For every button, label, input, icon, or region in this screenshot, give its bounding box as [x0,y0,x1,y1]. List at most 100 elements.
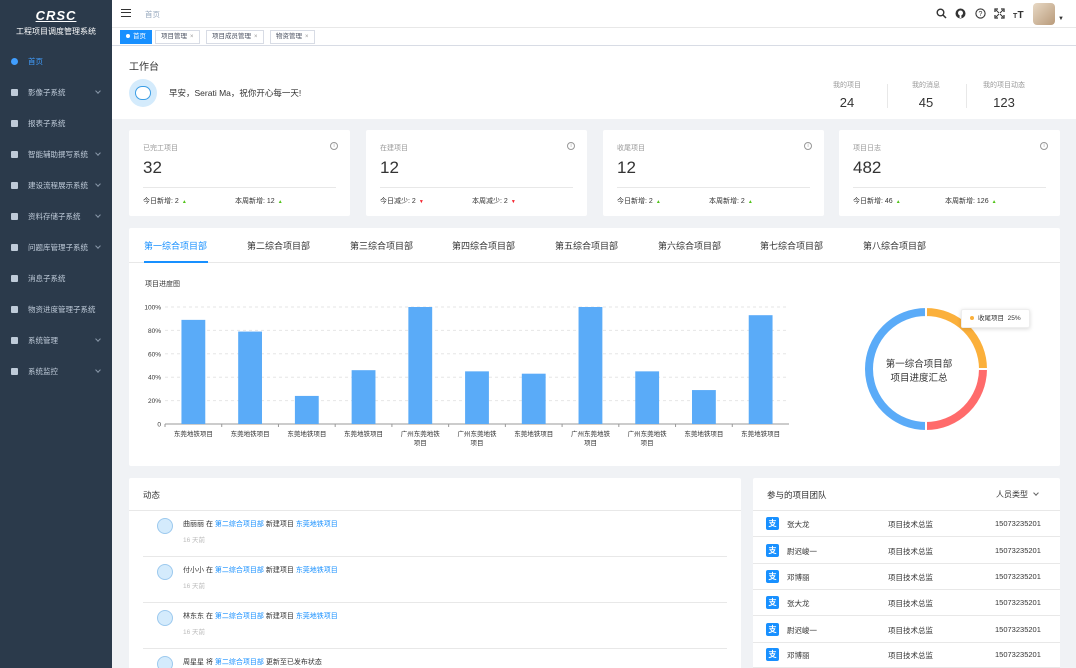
top-navbar: 首页 ? TT ▼ [112,0,1076,28]
sidebar-item[interactable]: 消息子系统 [0,263,112,294]
sidebar-item[interactable]: 物资进度管理子系统 [0,294,112,325]
member-phone: 15073235201 [995,598,1041,607]
activity-verb: 在 [205,567,213,574]
member-role: 项目技术总监 [888,573,933,582]
user-avatar[interactable] [1033,3,1055,25]
activity-time: 16 天前 [183,537,206,544]
info-icon[interactable]: i [330,142,338,150]
tag-item[interactable]: 物资管理 × [270,30,315,44]
tag-label: 项目管理 [161,33,187,40]
activity-group-link[interactable]: 第二综合项目部 [215,521,264,528]
activity-group-link[interactable]: 第二综合项目部 [215,567,264,574]
trend-up-icon: ▲ [655,199,661,205]
info-icon[interactable]: i [1040,142,1048,150]
member-type-dropdown[interactable]: 人员类型 [996,489,1039,500]
activity-group-link[interactable]: 第二综合项目部 [215,613,264,620]
x-tick-label: 东莞地铁项目 [741,429,780,438]
y-tick-label: 20% [148,398,161,405]
divider [853,187,1046,188]
member-name: 邓博丽 [787,573,810,582]
tag-home[interactable]: 首页 [120,30,152,44]
activity-group-link[interactable]: 第二综合项目部 [215,659,264,666]
font-size-icon[interactable]: TT [1012,8,1024,21]
system-name: 工程项目调度管理系统 [16,27,96,36]
menu-item-icon [11,275,18,282]
tab-department[interactable]: 第八综合项目部 [863,239,926,252]
team-member-row[interactable]: 支邓博丽 项目技术总监 15073235201 [753,642,1060,668]
breadcrumb[interactable]: 首页 [145,9,160,20]
activity-avatar [157,610,173,626]
tab-department[interactable]: 第五综合项目部 [555,239,618,252]
tab-department[interactable]: 第四综合项目部 [452,239,515,252]
activity-project-link[interactable]: 东莞地铁项目 [296,613,338,620]
close-icon[interactable]: × [190,34,194,40]
member-role: 项目技术总监 [888,547,933,556]
tag-label: 项目成员管理 [212,33,251,40]
tab-department[interactable]: 第三综合项目部 [350,239,413,252]
card-title: 收尾项目 [617,145,645,152]
activity-text: 曲丽丽 在 第二综合项目部 新建项目 东莞地铁项目 [183,519,338,529]
github-icon[interactable] [954,8,966,20]
activity-action: 新建项目 [265,521,294,528]
sidebar-item[interactable]: 系统监控 [0,356,112,387]
team-member-row[interactable]: 支尉迟峻一 项目技术总监 15073235201 [753,617,1060,643]
activity-title: 动态 [143,490,161,500]
stat-value: 45 [918,95,934,110]
tooltip-label: 收尾项目 [978,315,1004,322]
x-tick-label: 东莞地铁项目 [174,429,213,438]
sidebar-item[interactable]: 影像子系统 [0,77,112,108]
sidebar-item[interactable]: 资料存储子系统 [0,201,112,232]
caret-down-icon[interactable]: ▼ [1058,16,1064,22]
fullscreen-icon[interactable] [993,8,1005,20]
sidebar-item[interactable]: 系统管理 [0,325,112,356]
tag-label: 首页 [133,33,146,40]
activity-time: 16 天前 [183,583,206,590]
trend-down-icon: ▼ [418,199,424,205]
menu-item-icon [11,58,18,65]
activity-action: 新建项目 [265,567,294,574]
bar [578,307,603,424]
menu-item-icon [11,368,18,375]
close-icon[interactable]: × [254,34,258,40]
sidebar-item-label: 建设流程展示系统 [28,181,88,190]
tag-item[interactable]: 项目成员管理 × [206,30,264,44]
member-phone: 15073235201 [995,519,1041,528]
sidebar-item[interactable]: 问题库管理子系统 [0,232,112,263]
sidebar-item[interactable]: 建设流程展示系统 [0,170,112,201]
team-member-row[interactable]: 支张大龙 项目技术总监 15073235201 [753,590,1060,616]
sidebar-item[interactable]: 智能辅助撰写系统 [0,139,112,170]
activity-project-link[interactable]: 东莞地铁项目 [296,567,338,574]
alipay-icon: 支 [766,517,779,530]
team-member-row[interactable]: 支尉迟峻一 项目技术总监 15073235201 [753,538,1060,564]
x-tick-label: 项目 [471,439,484,447]
sidebar-item[interactable]: 报表子系统 [0,108,112,139]
member-role: 项目技术总监 [888,651,933,660]
tab-department[interactable]: 第二综合项目部 [247,239,310,252]
info-icon[interactable]: i [567,142,575,150]
user-avatar-large [129,79,157,107]
x-tick-label: 项目 [641,439,654,447]
search-icon[interactable] [935,8,947,20]
team-title: 参与的项目团队 [767,490,827,500]
department-tabs: 第一综合项目部 第二综合项目部 第三综合项目部 第四综合项目部 第五综合项目部 第六综合项… [129,228,1060,263]
divider [617,187,810,188]
activity-project-link[interactable]: 东莞地铁项目 [296,521,338,528]
chevron-down-icon [95,150,101,156]
info-icon[interactable]: i [804,142,812,150]
logo[interactable]: CRSC 工程项目调度管理系统 [0,0,112,46]
tab-department[interactable]: 第七综合项目部 [760,239,823,252]
chevron-down-icon [95,181,101,187]
x-tick-label: 东莞地铁项目 [231,429,270,438]
sidebar-item[interactable]: 首页 [0,46,112,77]
team-member-row[interactable]: 支张大龙 项目技术总监 15073235201 [753,511,1060,537]
tab-department[interactable]: 第六综合项目部 [658,239,721,252]
tab-department[interactable]: 第一综合项目部 [144,239,207,252]
stat-card: 项目日志 i 482 今日新增: 46 ▲ 本周新增: 126 ▲ [839,130,1060,216]
close-icon[interactable]: × [305,34,309,40]
hamburger-icon[interactable] [121,9,131,17]
stat-label: 我的项目动态 [983,82,1025,89]
tag-item[interactable]: 项目管理 × [155,30,200,44]
footer-value: 2 [411,198,416,205]
team-member-row[interactable]: 支邓博丽 项目技术总监 15073235201 [753,564,1060,590]
question-icon[interactable]: ? [974,8,986,20]
